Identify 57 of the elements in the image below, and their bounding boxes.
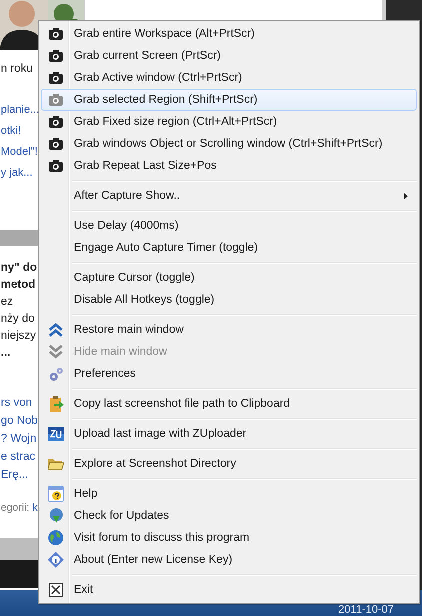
article-link[interactable]: otki! (1, 121, 22, 142)
article-link[interactable]: ? Wojn (1, 430, 37, 448)
help-icon (48, 486, 64, 502)
article-link[interactable]: rs von (1, 394, 32, 412)
double-chevron-down-icon (49, 345, 63, 359)
camera-icon (49, 160, 63, 172)
menu-item[interactable]: Grab entire Workspace (Alt+PrtScr) (41, 23, 417, 45)
camera-icon (49, 28, 63, 40)
article-link[interactable]: planie... (1, 100, 40, 121)
uploader-logo-icon (48, 427, 64, 441)
camera-icon (49, 50, 63, 62)
menu-item[interactable]: Restore main window (41, 319, 417, 341)
menu-item[interactable]: Grab Repeat Last Size+Pos (41, 155, 417, 177)
camera-icon (49, 72, 63, 84)
article-text: ... (1, 346, 11, 361)
article-link[interactable]: go Nob (1, 412, 38, 430)
menu-item[interactable]: Grab Fixed size region (Ctrl+Alt+PrtScr) (41, 111, 417, 133)
close-icon (49, 583, 63, 597)
globe-icon (48, 530, 64, 546)
menu-item[interactable]: Engage Auto Capture Timer (toggle) (41, 237, 417, 259)
article-text: ny" do (1, 261, 38, 276)
double-chevron-up-icon (49, 323, 63, 337)
article-link[interactable]: e strac (1, 448, 36, 466)
category-label: egorii: (1, 502, 30, 514)
article-text: niejszy (1, 329, 36, 344)
info-icon (48, 552, 64, 568)
article-link[interactable]: y jak... (1, 163, 33, 184)
menu-item[interactable]: Upload last image with ZUploader (41, 423, 417, 445)
menu-item[interactable]: Grab selected Region (Shift+PrtScr) (41, 89, 417, 111)
menu-item[interactable]: Explore at Screenshot Directory (41, 453, 417, 475)
menu-item[interactable]: Copy last screenshot file path to Clipboard (41, 393, 417, 415)
gears-icon (48, 366, 64, 382)
camera-icon (49, 138, 63, 150)
menu-item[interactable]: Grab Active window (Ctrl+PrtScr) (41, 67, 417, 89)
category-link[interactable]: k (32, 502, 38, 514)
menu-item[interactable]: Capture Cursor (toggle) (41, 267, 417, 289)
article-link[interactable]: Model"! (1, 142, 38, 163)
menu-item[interactable]: Help (41, 483, 417, 505)
menu-item[interactable]: Exit (41, 579, 417, 601)
camera-icon (49, 116, 63, 128)
menu-item[interactable]: Check for Updates (41, 505, 417, 527)
article-text: ez (1, 295, 14, 310)
menu-item[interactable]: About (Enter new License Key) (41, 549, 417, 571)
article-link[interactable]: Erę... (1, 466, 28, 484)
folder-icon (48, 458, 64, 470)
menu-item[interactable]: Disable All Hotkeys (toggle) (41, 289, 417, 311)
menu-item[interactable]: Visit forum to discuss this program (41, 527, 417, 549)
camera-icon (49, 94, 63, 106)
menu-item[interactable]: Preferences (41, 363, 417, 385)
article-text: nży do (1, 312, 35, 327)
article-text: n roku (1, 62, 33, 77)
menu-item[interactable]: After Capture Show.. (41, 185, 417, 207)
article-text: metod (1, 278, 36, 293)
taskbar-date: 2011-10-07 (338, 605, 394, 616)
menu-item[interactable]: Grab windows Object or Scrolling window (Ctrl+Shift+PrtScr) (41, 133, 417, 155)
menu-item[interactable]: Use Delay (4000ms) (41, 215, 417, 237)
menu-item[interactable]: Grab current Screen (PrtScr) (41, 45, 417, 67)
